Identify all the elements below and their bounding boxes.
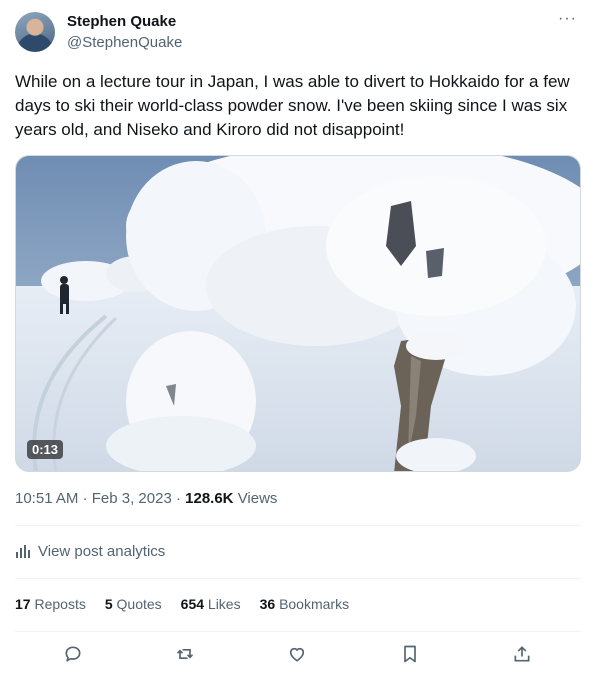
divider	[15, 578, 581, 579]
post-time[interactable]: 10:51 AM	[15, 490, 78, 507]
like-button[interactable]	[285, 642, 309, 666]
like-icon	[289, 647, 305, 662]
post-meta: 10:51 AM · Feb 3, 2023 · 128.6K Views	[15, 490, 277, 507]
views-count: 128.6K	[185, 490, 234, 507]
reposts-label: Reposts	[34, 596, 86, 612]
video-thumbnail	[16, 156, 580, 471]
reply-icon	[65, 646, 81, 662]
action-bar	[15, 642, 581, 668]
quotes-count: 5	[104, 596, 113, 612]
bookmarks-label: Bookmarks	[279, 596, 350, 612]
likes-count: 654	[180, 596, 205, 612]
views-label: Views	[237, 490, 278, 507]
divider	[15, 525, 581, 526]
repost-icon	[176, 649, 194, 659]
post-video[interactable]	[15, 155, 581, 472]
bookmark-button[interactable]	[398, 642, 422, 666]
engagement-stats: 17 Reposts 5 Quotes 654 Likes 36 Bookmar…	[15, 596, 349, 612]
reposts-count: 17	[15, 596, 31, 612]
meta-separator: ·	[175, 490, 181, 507]
avatar[interactable]	[15, 12, 55, 52]
divider	[15, 631, 581, 632]
view-analytics-link[interactable]: View post analytics	[15, 543, 165, 560]
share-button[interactable]	[510, 642, 534, 666]
analytics-icon	[16, 545, 30, 558]
quotes-label: Quotes	[116, 596, 162, 612]
bookmark-icon	[404, 645, 416, 663]
likes-label: Likes	[207, 596, 241, 612]
likes-stat[interactable]: 654 Likes	[181, 596, 241, 612]
author-name[interactable]: Stephen Quake	[67, 13, 176, 30]
quotes-stat[interactable]: 5 Quotes	[105, 596, 162, 612]
more-options-icon[interactable]: ···	[558, 10, 577, 28]
share-icon	[514, 646, 530, 662]
meta-separator: ·	[82, 490, 88, 507]
video-duration-badge: 0:13	[27, 440, 64, 459]
reposts-stat[interactable]: 17 Reposts	[15, 596, 86, 612]
post-date[interactable]: Feb 3, 2023	[92, 490, 172, 507]
author-handle[interactable]: @StephenQuake	[67, 34, 182, 51]
repost-button[interactable]	[173, 642, 197, 666]
bookmarks-stat[interactable]: 36 Bookmarks	[260, 596, 350, 612]
reply-button[interactable]	[61, 642, 85, 666]
analytics-label: View post analytics	[38, 543, 166, 560]
post-text: While on a lecture tour in Japan, I was …	[15, 72, 570, 139]
bookmarks-count: 36	[259, 596, 276, 612]
